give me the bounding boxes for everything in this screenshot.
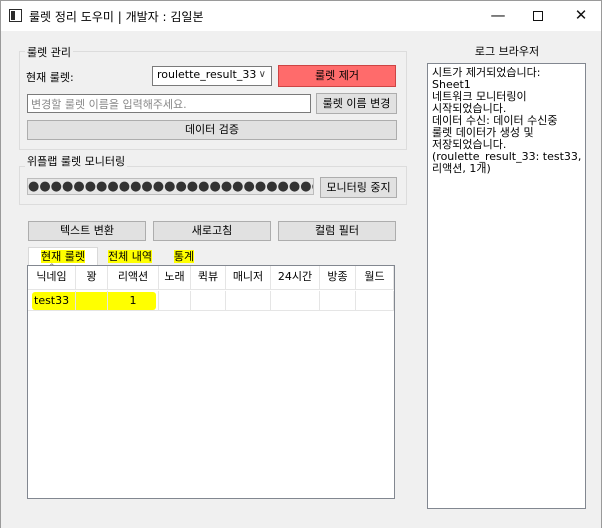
column-header-song[interactable]: 노래 xyxy=(159,266,191,290)
table-cell-world[interactable] xyxy=(356,291,394,311)
progress-dots: ●●●●●●●●●●●●●●●●●●●●●●●●●●● xyxy=(28,179,314,194)
monitoring-title: 위플랩 룰렛 모니터링 xyxy=(25,153,128,169)
rename-roulette-button[interactable]: 룰렛 이름 변경 xyxy=(316,93,397,114)
window-title: 룰렛 정리 도우미 | 개발자 : 김일본 xyxy=(29,10,204,24)
tab-statistics[interactable]: 통계 xyxy=(162,249,206,266)
app-icon xyxy=(9,9,22,22)
validate-data-button[interactable]: 데이터 검증 xyxy=(27,120,397,140)
app-window: 룰렛 정리 도우미 | 개발자 : 김일본 — ✕ 룰렛 관리 현재 룰렛: r… xyxy=(0,0,602,528)
tab-all-history[interactable]: 전체 내역 xyxy=(98,249,162,266)
text-convert-button[interactable]: 텍스트 변환 xyxy=(28,221,146,241)
table-cell-24h[interactable] xyxy=(271,291,320,311)
monitoring-progress: ●●●●●●●●●●●●●●●●●●●●●●●●●●● xyxy=(27,178,314,195)
table-cell-reaction[interactable]: 1 xyxy=(108,291,159,311)
column-filter-button[interactable]: 컬럼 필터 xyxy=(278,221,396,241)
close-button[interactable]: ✕ xyxy=(558,1,602,31)
table-cell-song[interactable] xyxy=(159,291,191,311)
maximize-button[interactable] xyxy=(515,1,561,31)
current-roulette-label: 현재 룰렛: xyxy=(26,71,74,84)
refresh-button[interactable]: 새로고침 xyxy=(153,221,271,241)
column-header-manager[interactable]: 매니저 xyxy=(226,266,271,290)
table-cell-nickname[interactable]: test33 xyxy=(28,291,76,311)
log-browser[interactable]: 시트가 제거되었습니다: Sheet1 네트워크 모니터링이 시작되었습니다. … xyxy=(427,63,586,509)
roulette-table[interactable]: 닉네임 ^ 꽝 리액션 노래 퀵뷰 매니저 24시간 방종 월드 test33 … xyxy=(27,263,395,499)
column-header-24h[interactable]: 24시간 xyxy=(271,266,320,290)
maximize-icon xyxy=(533,10,543,21)
column-header-quickview[interactable]: 퀵뷰 xyxy=(191,266,226,290)
table-cell-manager[interactable] xyxy=(226,291,271,311)
roulette-select-value: roulette_result_33 xyxy=(157,68,257,81)
rename-input[interactable]: 변경할 룰렛 이름을 입력해주세요. xyxy=(27,94,311,113)
tab-all-history-label: 전체 내역 xyxy=(108,250,152,263)
client-area: 룰렛 관리 현재 룰렛: roulette_result_33 ∨ 룰렛 제거 … xyxy=(1,31,601,528)
tab-current-roulette[interactable]: 현재 룰렛 xyxy=(28,247,98,266)
column-header-world[interactable]: 월드 xyxy=(356,266,394,290)
column-header-end-broadcast[interactable]: 방종 xyxy=(320,266,356,290)
remove-roulette-button[interactable]: 룰렛 제거 xyxy=(278,65,396,87)
log-line: 리액션, 1개) xyxy=(432,162,491,175)
chevron-down-icon: ∨ xyxy=(258,69,266,80)
column-header-nickname[interactable]: 닉네임 ^ xyxy=(28,263,76,290)
column-header-ggwang[interactable]: 꽝 xyxy=(76,266,108,290)
log-browser-title: 로그 브라우저 xyxy=(474,45,540,58)
column-header-reaction[interactable]: 리액션 xyxy=(108,266,159,290)
table-cell-ggwang[interactable] xyxy=(76,291,108,311)
stop-monitoring-button[interactable]: 모니터링 중지 xyxy=(320,177,397,198)
title-bar[interactable]: 룰렛 정리 도우미 | 개발자 : 김일본 — ✕ xyxy=(1,1,601,31)
roulette-management-title: 룰렛 관리 xyxy=(25,44,73,60)
tab-statistics-label: 통계 xyxy=(173,250,195,263)
table-cell-quickview[interactable] xyxy=(191,291,226,311)
roulette-select[interactable]: roulette_result_33 ∨ xyxy=(152,66,272,86)
sort-icon: ^ xyxy=(48,263,56,273)
table-cell-end-broadcast[interactable] xyxy=(320,291,356,311)
